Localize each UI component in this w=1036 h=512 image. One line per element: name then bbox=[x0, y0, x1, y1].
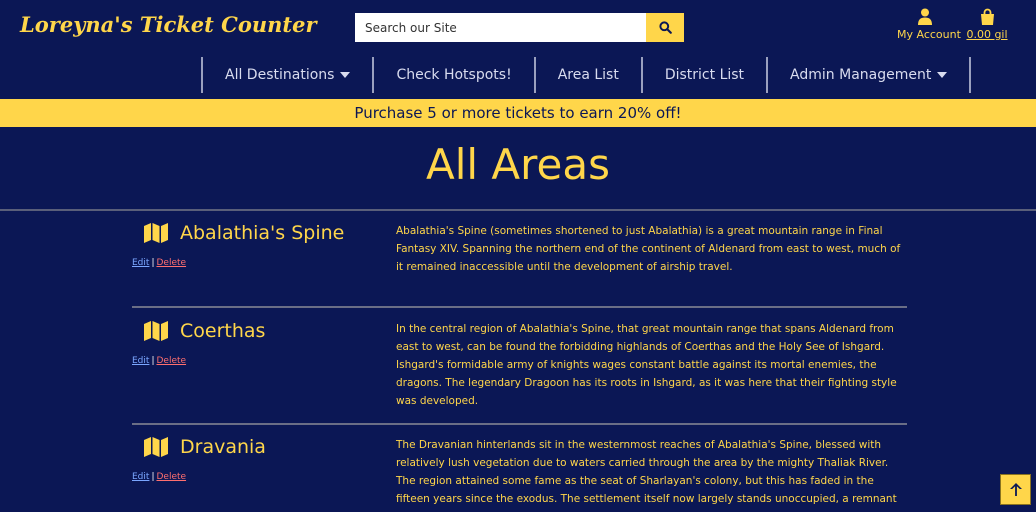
promo-banner: Purchase 5 or more tickets to earn 20% o… bbox=[0, 99, 1036, 127]
nav-district-list-label: District List bbox=[664, 67, 745, 83]
delete-link[interactable]: Delete bbox=[156, 472, 186, 482]
map-icon bbox=[144, 321, 168, 341]
main-nav: All Destinations Check Hotspots! Area Li… bbox=[201, 57, 972, 93]
area-item: Coerthas Edit | Delete In the central regi… bbox=[132, 320, 907, 415]
map-icon bbox=[144, 437, 168, 457]
search-input[interactable] bbox=[355, 13, 646, 42]
map-icon bbox=[144, 223, 168, 243]
area-description: Abalathia's Spine (sometimes shortened t… bbox=[396, 225, 901, 273]
area-description: In the central region of Abalathia's Spi… bbox=[396, 323, 897, 407]
header: Loreyna's Ticket Counter My Account 0.00… bbox=[0, 0, 1036, 56]
area-name[interactable]: Coerthas bbox=[180, 320, 265, 342]
nav-admin-management-label: Admin Management bbox=[790, 67, 932, 83]
arrow-up-icon bbox=[1009, 483, 1022, 496]
nav-check-hotspots-label: Check Hotspots! bbox=[396, 67, 512, 83]
search-button[interactable] bbox=[646, 13, 684, 42]
area-name[interactable]: Abalathia's Spine bbox=[180, 222, 344, 244]
divider bbox=[0, 209, 1036, 211]
search-icon bbox=[658, 21, 672, 34]
scroll-to-top-button[interactable] bbox=[1000, 474, 1031, 505]
my-account-label: My Account bbox=[897, 28, 961, 41]
area-actions: Edit | Delete bbox=[132, 258, 186, 268]
nav-district-list[interactable]: District List bbox=[640, 57, 766, 93]
area-actions: Edit | Delete bbox=[132, 472, 186, 482]
cart-total: 0.00 gil bbox=[966, 28, 1008, 41]
area-item: Abalathia's Spine Edit | Delete Abalathia'… bbox=[132, 222, 907, 302]
nav-admin-management[interactable]: Admin Management bbox=[766, 57, 972, 93]
area-description: The Dravanian hinterlands sit in the wes… bbox=[396, 439, 897, 512]
area-heading: Abalathia's Spine bbox=[144, 222, 344, 244]
separator: | bbox=[151, 356, 155, 366]
area-item: Dravania Edit | Delete The Dravanian hinte… bbox=[132, 436, 907, 512]
delete-link[interactable]: Delete bbox=[156, 258, 186, 268]
nav-area-list-label: Area List bbox=[557, 67, 619, 83]
separator: | bbox=[151, 258, 155, 268]
area-name[interactable]: Dravania bbox=[180, 436, 266, 458]
area-heading: Dravania bbox=[144, 436, 266, 458]
site-brand[interactable]: Loreyna's Ticket Counter bbox=[20, 12, 317, 37]
edit-link[interactable]: Edit bbox=[132, 472, 149, 482]
nav-all-destinations-label: All Destinations bbox=[225, 67, 335, 83]
divider bbox=[132, 423, 907, 425]
search-bar bbox=[355, 13, 684, 42]
nav-check-hotspots[interactable]: Check Hotspots! bbox=[372, 57, 533, 93]
separator: | bbox=[151, 472, 155, 482]
nav-all-destinations[interactable]: All Destinations bbox=[201, 57, 372, 93]
area-actions: Edit | Delete bbox=[132, 356, 186, 366]
my-account-link[interactable]: My Account bbox=[897, 8, 961, 41]
chevron-down-icon bbox=[937, 72, 948, 78]
chevron-down-icon bbox=[340, 72, 351, 78]
edit-link[interactable]: Edit bbox=[132, 258, 149, 268]
delete-link[interactable]: Delete bbox=[156, 356, 186, 366]
shopping-bag-icon bbox=[980, 8, 994, 25]
divider bbox=[132, 306, 907, 308]
area-heading: Coerthas bbox=[144, 320, 265, 342]
nav-area-list[interactable]: Area List bbox=[533, 57, 641, 93]
edit-link[interactable]: Edit bbox=[132, 356, 149, 366]
user-icon bbox=[918, 8, 932, 25]
page-title: All Areas bbox=[426, 140, 610, 189]
cart-link[interactable]: 0.00 gil bbox=[966, 8, 1008, 41]
